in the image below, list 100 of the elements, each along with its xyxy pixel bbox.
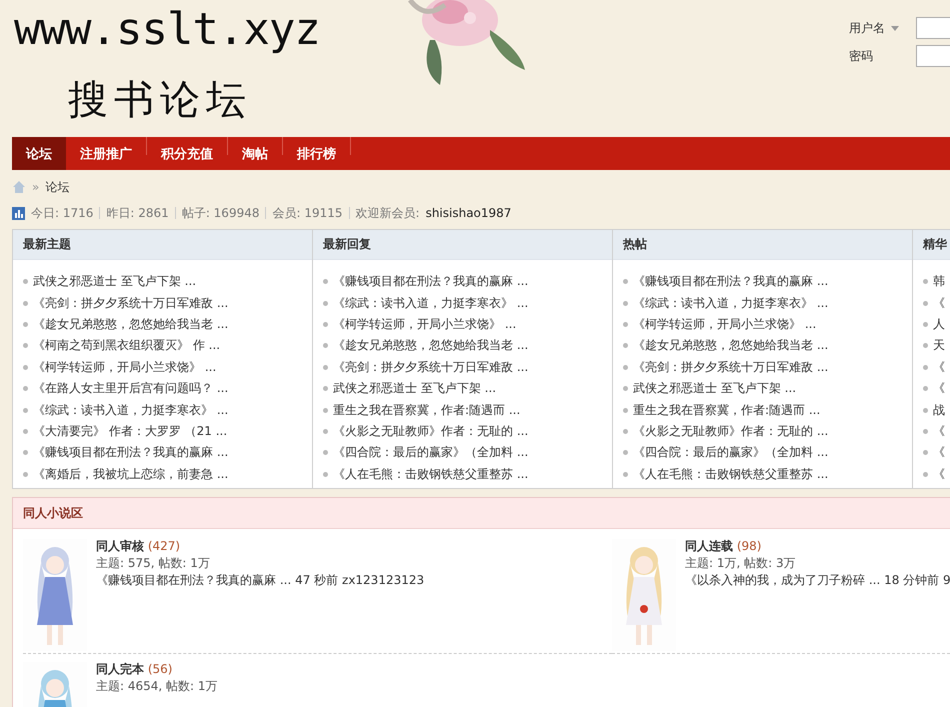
- nav-tab[interactable]: 积分充值: [147, 137, 227, 170]
- bullet-icon: [623, 386, 628, 392]
- bullet-icon: [623, 408, 628, 413]
- thread-link[interactable]: 《趁女兄弟憨憨，忽悠她给我当老 ...: [333, 337, 528, 354]
- thread-link[interactable]: 《在路人女主里开后宫有问题吗？ ...: [33, 380, 228, 398]
- forum-stats: 主题: 4654, 帖数: 1万: [96, 679, 218, 694]
- bullet-icon: [323, 343, 328, 348]
- bullet-icon: [623, 364, 628, 370]
- thread-link[interactable]: 《综武：读书入道，力挺李寒衣》 ...: [333, 294, 528, 312]
- list-heading: 最新主题: [13, 230, 312, 260]
- thread-link[interactable]: 重生之我在晋察冀，作者:随遇而 ...: [333, 402, 520, 419]
- thread-link[interactable]: 《赚钱项目都在刑法？我真的赢麻 ...: [633, 273, 828, 290]
- stat-text: 帖子: 169948: [174, 207, 266, 219]
- thread-link[interactable]: 《四合院：最后的赢家》（全加料 ...: [633, 444, 828, 462]
- forum-link[interactable]: 同人完本: [96, 662, 144, 676]
- thread-link[interactable]: 战: [933, 402, 945, 419]
- bullet-icon: [623, 428, 628, 434]
- new-post-count: (98): [736, 539, 762, 553]
- thread-link[interactable]: 天: [933, 337, 945, 354]
- breadcrumb-separator: »: [32, 180, 40, 194]
- thread-link[interactable]: 重生之我在晋察冀，作者:随遇而 ...: [633, 402, 820, 419]
- breadcrumb-link[interactable]: 论坛: [45, 178, 70, 196]
- bullet-icon: [323, 428, 328, 434]
- thread-link[interactable]: 《人在毛熊：击败钢铁慈父重整苏 ...: [633, 466, 828, 483]
- password-label: 密码: [849, 48, 874, 64]
- thread-link[interactable]: 《趁女兄弟憨憨，忽悠她给我当老 ...: [33, 316, 228, 333]
- welcome-label: 欢迎新会员:: [356, 206, 420, 220]
- bullet-icon: [623, 279, 628, 284]
- thread-link[interactable]: 《亮剑：拼夕夕系统十万日军难敌 ...: [33, 294, 228, 312]
- user-link[interactable]: zx123123123: [342, 573, 424, 587]
- bullet-icon: [923, 300, 928, 306]
- thread-link[interactable]: 人: [933, 316, 945, 333]
- thread-link[interactable]: 《柯学转运师，开局小兰求饶》 ...: [633, 316, 816, 333]
- thread-link[interactable]: 《综武：读书入道，力挺李寒衣》 ...: [633, 294, 828, 312]
- thread-link[interactable]: 《亮剑：拼夕夕系统十万日军难敌 ...: [633, 358, 828, 376]
- site-logo-url[interactable]: www.sslt.xyz: [14, 4, 320, 55]
- post-time: 18 分钟前: [884, 573, 940, 587]
- last-post-link[interactable]: 《赚钱项目都在刑法？我真的赢麻 ...: [96, 573, 292, 587]
- site-logo-name[interactable]: 搜书论坛: [68, 72, 252, 127]
- thread-link[interactable]: 《: [933, 358, 945, 376]
- bullet-icon: [23, 386, 28, 392]
- list-heading: 精华: [913, 230, 950, 260]
- nav-tab[interactable]: 论坛: [12, 137, 66, 170]
- thread-link[interactable]: 《柯南之苟到黑衣组织覆灭》 作 ...: [33, 337, 220, 354]
- bullet-icon: [23, 428, 28, 434]
- bullet-icon: [323, 322, 328, 327]
- thread-link[interactable]: 韩: [933, 273, 945, 290]
- thread-link[interactable]: 《大清要完》 作者：大罗罗 （21 ...: [33, 422, 228, 440]
- thread-link[interactable]: 武侠之邪恶道士 至飞卢下架 ...: [33, 273, 196, 290]
- thread-link[interactable]: 《亮剑：拼夕夕系统十万日军难敌 ...: [333, 358, 528, 376]
- thread-link[interactable]: 《人在毛熊：击败钢铁慈父重整苏 ...: [333, 466, 528, 483]
- thread-link[interactable]: 《火影之无耻教师》作者：无耻的 ...: [633, 422, 828, 440]
- thread-link[interactable]: 武侠之邪恶道士 至飞卢下架 ...: [333, 380, 496, 398]
- bullet-icon: [923, 450, 928, 456]
- last-post-link[interactable]: 《以杀入神的我，成为了刀子粉碎 ...: [685, 573, 880, 587]
- bullet-icon: [23, 279, 28, 284]
- bullet-icon: [923, 322, 928, 327]
- stat-text: 昨日: 2861: [99, 207, 175, 219]
- bullet-icon: [623, 343, 628, 348]
- password-input[interactable]: [916, 45, 950, 67]
- thread-link[interactable]: 《趁女兄弟憨憨，忽悠她给我当老 ...: [633, 337, 828, 354]
- bullet-icon: [623, 450, 628, 456]
- section-heading: 同人小说区: [13, 498, 950, 529]
- thread-link[interactable]: 《赚钱项目都在刑法？我真的赢麻 ...: [333, 273, 528, 290]
- username-input[interactable]: [916, 17, 950, 39]
- bullet-icon: [323, 450, 328, 456]
- forum-link[interactable]: 同人审核: [96, 539, 144, 553]
- thread-link[interactable]: 《: [933, 380, 945, 398]
- new-member-link[interactable]: shisishao1987: [426, 206, 512, 220]
- thread-link[interactable]: 《火影之无耻教师》作者：无耻的 ...: [333, 422, 528, 440]
- thread-link[interactable]: 武侠之邪恶道士 至飞卢下架 ...: [633, 380, 796, 398]
- stat-text: 会员: 19115: [265, 207, 349, 219]
- bullet-icon: [23, 343, 28, 348]
- bullet-icon: [923, 408, 928, 413]
- bullet-icon: [23, 322, 28, 327]
- home-icon[interactable]: [12, 180, 26, 194]
- bullet-icon: [323, 279, 328, 284]
- thread-link[interactable]: 《: [933, 422, 945, 440]
- thread-link[interactable]: 《柯学转运师，开局小兰求饶》 ...: [33, 358, 216, 376]
- thread-link[interactable]: 《综武：读书入道，力挺李寒衣》 ...: [33, 402, 228, 419]
- nav-tab[interactable]: 淘帖: [228, 137, 282, 170]
- thread-link[interactable]: 《柯学转运师，开局小兰求饶》 ...: [333, 316, 516, 333]
- bullet-icon: [623, 322, 628, 327]
- bullet-icon: [923, 364, 928, 370]
- thread-link[interactable]: 《: [933, 466, 945, 483]
- caret-icon[interactable]: [891, 26, 899, 30]
- user-link[interactable]: 9: [943, 573, 950, 587]
- thread-link[interactable]: 《离婚后，我被坑上恋综，前妻急 ...: [33, 466, 228, 483]
- thread-link[interactable]: 《: [933, 444, 945, 462]
- bullet-icon: [923, 386, 928, 392]
- thread-link[interactable]: 《赚钱项目都在刑法？我真的赢麻 ...: [33, 444, 228, 462]
- forum-link[interactable]: 同人连载: [685, 539, 733, 553]
- thread-link[interactable]: 《四合院：最后的赢家》（全加料 ...: [333, 444, 528, 462]
- bullet-icon: [623, 472, 628, 477]
- bullet-icon: [623, 300, 628, 306]
- bullet-icon: [323, 408, 328, 413]
- nav-tab[interactable]: 排行榜: [283, 137, 350, 170]
- nav-tab[interactable]: 注册推广: [66, 137, 146, 170]
- bullet-icon: [323, 300, 328, 306]
- thread-link[interactable]: 《: [933, 294, 945, 312]
